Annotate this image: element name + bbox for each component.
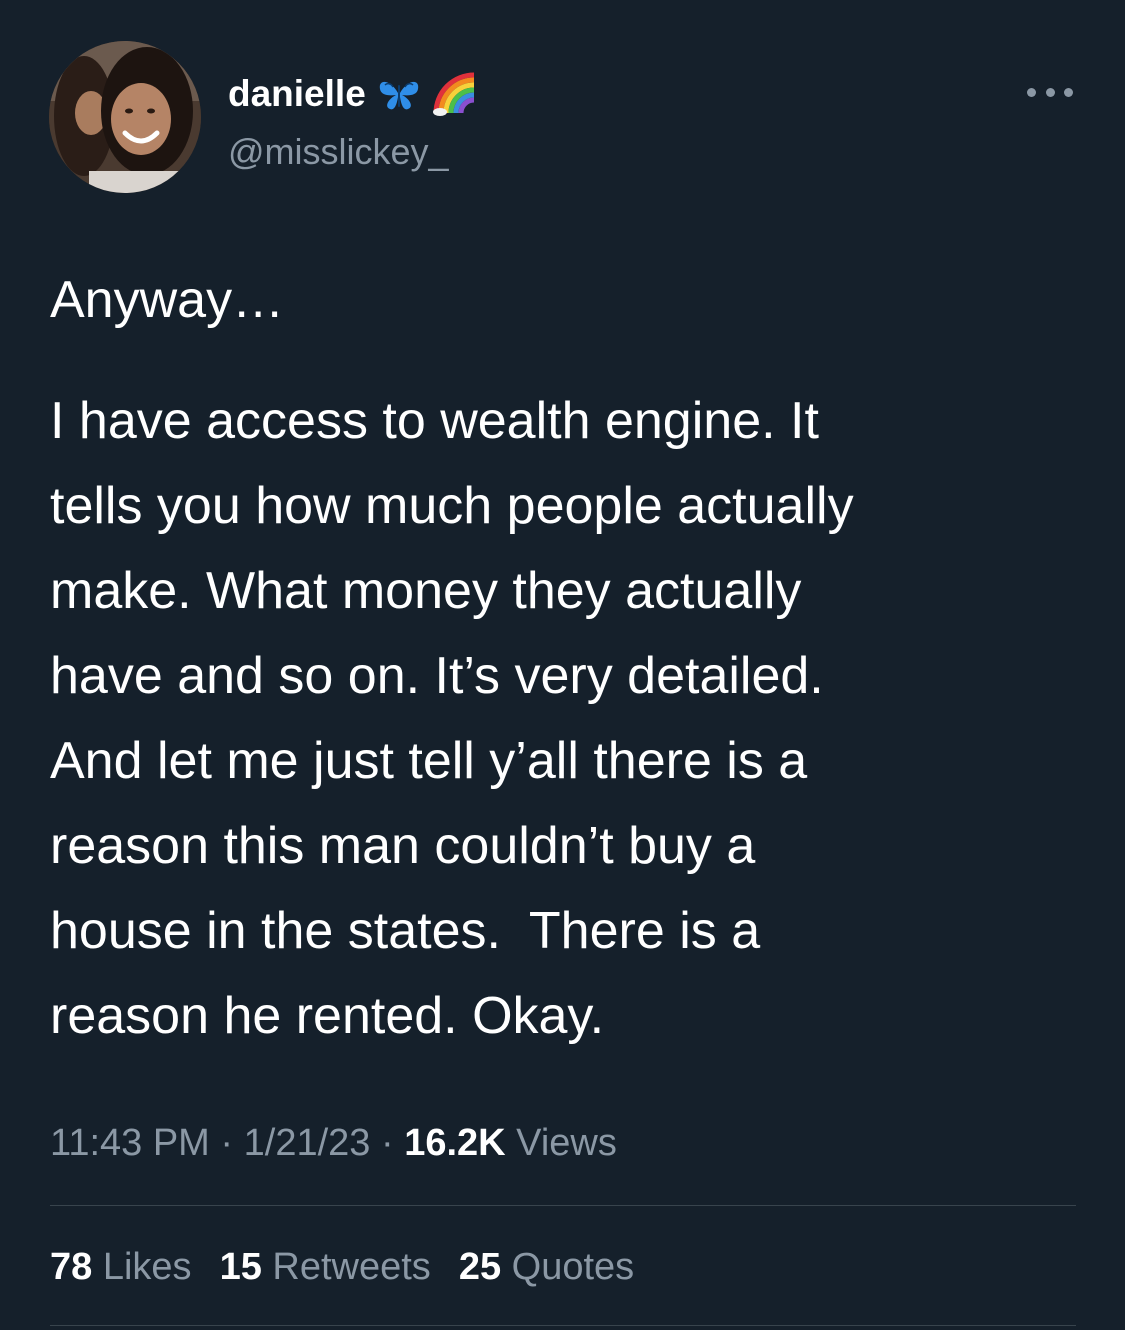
quotes-count: 25 xyxy=(458,1246,502,1288)
more-dot xyxy=(1064,87,1073,97)
views-label: Views xyxy=(505,1122,617,1164)
tweet-line: reason this man couldn’t buy a xyxy=(50,817,756,875)
user-handle[interactable]: @misslickey_ xyxy=(228,128,449,176)
retweets-stat[interactable]: 15 Retweets xyxy=(220,1240,431,1294)
rainbow-icon xyxy=(432,71,478,117)
engagement-stats: 78 Likes 15 Retweets 25 Quotes xyxy=(50,1240,634,1294)
meta-separator: · xyxy=(370,1122,405,1164)
retweets-count: 15 xyxy=(219,1246,262,1288)
meta-separator: · xyxy=(209,1122,244,1164)
divider xyxy=(50,1205,1076,1206)
retweets-label: Retweets xyxy=(272,1246,431,1288)
tweet-text: Anyway… I have access to wealth engine. … xyxy=(50,258,1080,1059)
avatar-photo xyxy=(49,41,201,193)
tweet-line: have and so on. It’s very detailed. xyxy=(50,647,824,705)
display-name[interactable]: danielle xyxy=(228,70,366,118)
tweet-line: tells you how much people actually xyxy=(50,477,854,535)
tweet-line: house in the states. There is a xyxy=(50,902,761,960)
views-count: 16.2K xyxy=(404,1122,506,1164)
tweet-line: I have access to wealth engine. It xyxy=(50,392,819,450)
divider xyxy=(50,1325,1076,1326)
tweet-line: reason he rented. Okay. xyxy=(50,987,605,1045)
tweet-line: And let me just tell y’all there is a xyxy=(50,732,808,790)
tweet-time[interactable]: 11:43 PM xyxy=(50,1122,210,1164)
butterfly-icon xyxy=(376,71,422,117)
tweet-meta: 11:43 PM · 1/21/23 · 16.2K Views xyxy=(50,1116,617,1170)
likes-stat[interactable]: 78 Likes xyxy=(50,1240,192,1294)
quotes-stat[interactable]: 25 Quotes xyxy=(459,1240,634,1294)
quotes-label: Quotes xyxy=(511,1246,635,1288)
likes-count: 78 xyxy=(50,1246,93,1288)
avatar[interactable] xyxy=(49,41,201,193)
tweet-paragraph-1: Anyway… xyxy=(50,271,285,329)
display-name-row[interactable]: danielle xyxy=(228,70,478,118)
tweet-line: make. What money they actually xyxy=(50,562,802,620)
likes-label: Likes xyxy=(102,1246,192,1288)
more-dot xyxy=(1045,87,1055,97)
tweet-date[interactable]: 1/21/23 xyxy=(244,1122,371,1164)
tweet-detail: danielle @misslickey_ Anyway… I have acc… xyxy=(0,0,1125,1330)
more-dot xyxy=(1027,87,1036,97)
more-options-icon[interactable] xyxy=(1027,82,1073,102)
